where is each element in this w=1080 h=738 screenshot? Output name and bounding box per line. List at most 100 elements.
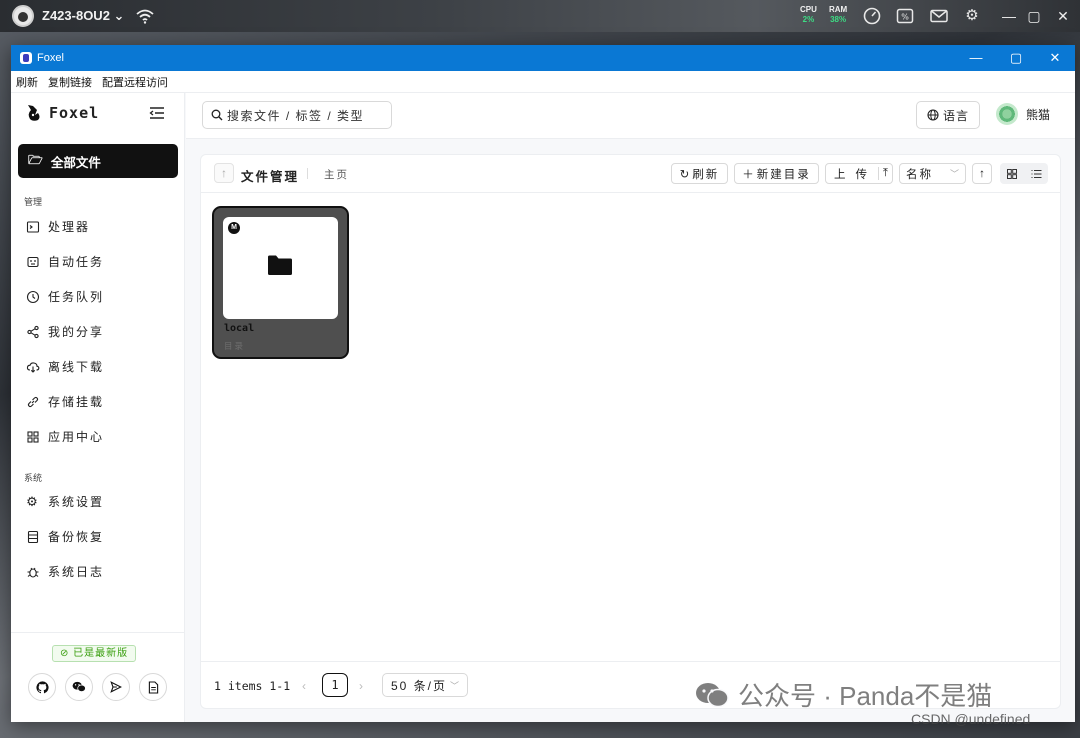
folder-item-local[interactable]: M local 目录	[212, 206, 349, 359]
desktop-minimize-icon[interactable]: —	[999, 6, 1019, 26]
link-icon	[27, 396, 39, 407]
upload-icon: ⤒	[877, 167, 888, 180]
send-button[interactable]	[102, 673, 130, 701]
check-circle-icon: ⊘	[60, 648, 74, 659]
page-size-select[interactable]: 50 条/页 ﹀	[382, 673, 468, 697]
mail-icon[interactable]	[929, 6, 949, 26]
refresh-label: 刷新	[692, 168, 720, 181]
divider	[307, 168, 308, 179]
language-button[interactable]: 语言	[916, 101, 980, 129]
user-menu[interactable]: 熊猫	[996, 103, 1050, 125]
sidebar-item-offline-download[interactable]: 离线下载	[26, 358, 104, 375]
version-status-badge: ⊘ 已是最新版	[52, 645, 137, 662]
breadcrumb-home[interactable]: 主页	[324, 167, 349, 182]
logo-text: Foxel	[49, 104, 100, 122]
bug-icon	[27, 567, 39, 578]
sidebar-item-label: 全部文件	[50, 155, 101, 170]
wechat-watermark-icon	[696, 682, 729, 707]
window-title: Foxel	[37, 52, 64, 64]
sidebar-item-auto-tasks[interactable]: 自动任务	[26, 253, 104, 270]
database-icon	[27, 530, 39, 543]
sidebar-item-storage-mounts[interactable]: 存储挂载	[26, 393, 104, 410]
close-button[interactable]: ✕	[1035, 45, 1075, 71]
gear-icon: ⚙	[26, 493, 40, 509]
pagination-total: 1 items 1-1	[214, 679, 291, 693]
sidebar-item-backup-restore[interactable]: 备份恢复	[26, 528, 104, 545]
settings-gear-icon[interactable]: ⚙	[962, 6, 982, 26]
sidebar-item-task-queue[interactable]: 任务队列	[26, 288, 104, 305]
menu-collapse-icon[interactable]	[149, 106, 165, 120]
gauge-icon[interactable]	[862, 6, 882, 26]
arrow-up-icon: ↑	[979, 167, 985, 180]
document-icon	[148, 680, 158, 694]
sidebar-item-all-files[interactable]: 🗁 全部文件	[18, 144, 178, 178]
sidebar-item-label: 我的分享	[48, 325, 105, 339]
sidebar-item-label: 存储挂载	[48, 395, 105, 409]
section-label-system: 系统	[24, 473, 43, 483]
sidebar-item-my-shares[interactable]: 我的分享	[26, 323, 104, 340]
clock-icon	[26, 290, 40, 303]
app-icon	[20, 52, 32, 64]
csdn-watermark: CSDN @undefined	[911, 711, 1031, 727]
sidebar: Foxel 🗁 全部文件 管理 处理器 自动任务 任务队列 我的分享 离线下载 …	[11, 93, 185, 722]
maximize-button[interactable]: ▢	[996, 45, 1036, 71]
search-icon	[211, 109, 223, 121]
github-button[interactable]	[28, 673, 56, 701]
chevron-down-icon: ﹀	[449, 680, 459, 691]
logo[interactable]: Foxel	[25, 103, 99, 123]
apps-icon	[27, 430, 39, 443]
wifi-icon[interactable]	[135, 6, 155, 26]
new-directory-button[interactable]: ＋新建目录	[734, 163, 819, 184]
sidebar-item-app-center[interactable]: 应用中心	[26, 428, 104, 445]
sort-select[interactable]: 名称 ﹀	[899, 163, 966, 184]
send-icon	[110, 681, 122, 693]
menu-copy-link[interactable]: 复制链接	[48, 74, 92, 90]
globe-icon	[927, 109, 939, 121]
version-status-label: 已是最新版	[73, 648, 129, 659]
sidebar-item-label: 备份恢复	[48, 530, 105, 544]
sidebar-item-system-logs[interactable]: 系统日志	[26, 563, 104, 580]
sort-order-button[interactable]: ↑	[972, 163, 992, 184]
top-header: 搜索文件 / 标签 / 类型 语言 熊猫	[186, 93, 1075, 139]
wechat-button[interactable]	[65, 673, 93, 701]
view-toggle	[1000, 163, 1048, 184]
user-avatar-icon[interactable]	[12, 5, 34, 27]
list-view-button[interactable]	[1024, 163, 1048, 184]
minimize-button[interactable]: —	[956, 45, 996, 71]
cloud-download-icon	[26, 361, 40, 373]
sidebar-item-label: 离线下载	[48, 360, 105, 374]
upload-label: 上传	[834, 168, 877, 181]
docs-button[interactable]	[139, 673, 167, 701]
window-titlebar[interactable]: Foxel — ▢ ✕	[11, 45, 1075, 71]
folder-thumbnail: M	[223, 217, 338, 319]
cpu-value: 2%	[802, 15, 815, 24]
next-page-icon[interactable]: ›	[359, 679, 363, 693]
ram-label: RAM	[829, 5, 848, 14]
sidebar-item-label: 系统日志	[48, 565, 105, 579]
desktop-maximize-icon[interactable]: ▢	[1024, 6, 1044, 26]
sidebar-item-system-settings[interactable]: ⚙ 系统设置	[26, 493, 104, 510]
section-label-manage: 管理	[24, 197, 43, 207]
desktop-close-icon[interactable]: ✕	[1053, 6, 1073, 26]
sidebar-item-label: 自动任务	[48, 255, 105, 269]
sidebar-item-processor[interactable]: 处理器	[26, 218, 90, 235]
prev-page-icon[interactable]: ‹	[302, 679, 306, 693]
sidebar-item-label: 应用中心	[48, 430, 105, 444]
menu-remote-access[interactable]: 配置远程访问	[102, 74, 168, 90]
refresh-button[interactable]: ↻ 刷新	[671, 163, 728, 184]
hostname-menu[interactable]: Z423-8OU2 ⌄	[42, 8, 124, 24]
grid-view-button[interactable]	[1000, 163, 1024, 184]
folder-open-icon: 🗁	[28, 152, 43, 167]
menu-refresh[interactable]: 刷新	[16, 74, 38, 90]
upload-button[interactable]: 上传 ⤒	[825, 163, 893, 184]
mount-badge: M	[228, 222, 240, 234]
plus-icon: ＋	[742, 168, 754, 181]
sort-label: 名称	[906, 168, 933, 181]
search-input[interactable]: 搜索文件 / 标签 / 类型	[202, 101, 392, 129]
percent-box-icon[interactable]: %	[895, 6, 915, 26]
page-number-button[interactable]: 1	[322, 673, 348, 697]
terminal-icon	[26, 220, 40, 233]
folder-type: 目录	[224, 341, 246, 351]
go-up-button[interactable]: ↑	[214, 163, 234, 183]
cpu-usage: CPU 2%	[800, 5, 817, 25]
